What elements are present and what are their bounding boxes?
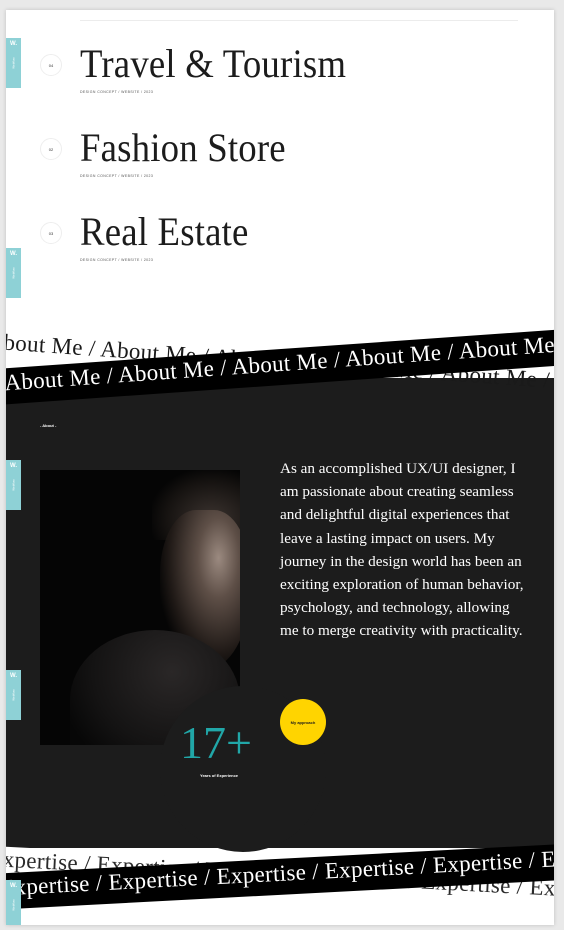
webflow-badge[interactable]: W. Webflow [6,460,21,510]
project-title[interactable]: Fashion Store [80,124,286,172]
webflow-badge[interactable]: W. Webflow [6,670,21,720]
project-number: 04 [40,54,62,76]
webflow-logo-icon: W. [10,883,17,889]
badge-label: Webflow [11,57,16,69]
project-title[interactable]: Travel & Tourism [80,40,346,88]
project-meta: DESIGN CONCEPT / WEBSITE / 2023 [80,258,154,262]
webflow-badge[interactable]: W. Webflow [6,880,21,925]
badge-label: Webflow [11,899,16,911]
years-label: Years of Experience [200,773,239,778]
project-meta: DESIGN CONCEPT / WEBSITE / 2023 [80,90,154,94]
badge-label: Webflow [11,689,16,701]
years-value: 17+ [180,717,252,768]
divider [80,20,518,21]
my-approach-button[interactable]: My approach [280,699,326,745]
project-number: 03 [40,222,62,244]
webflow-badge[interactable]: W. Webflow [6,248,21,298]
badge-label: Webflow [11,479,16,491]
project-meta: DESIGN CONCEPT / WEBSITE / 2023 [80,174,154,178]
bio-text: As an accomplished UX/UI designer, I am … [280,460,524,640]
webflow-logo-icon: W. [10,41,17,47]
project-item-fashion[interactable]: 02 Fashion Store DESIGN CONCEPT / WEBSIT… [38,124,518,194]
page: 04 Travel & Tourism DESIGN CONCEPT / WEB… [6,10,554,925]
project-item-real-estate[interactable]: 03 Real Estate DESIGN CONCEPT / WEBSITE … [38,208,518,278]
webflow-badge[interactable]: W. Webflow [6,38,21,88]
webflow-logo-icon: W. [10,673,17,679]
project-item-travel[interactable]: 04 Travel & Tourism DESIGN CONCEPT / WEB… [38,40,518,110]
webflow-logo-icon: W. [10,463,17,469]
section-label: - About - [40,423,57,428]
webflow-logo-icon: W. [10,251,17,257]
badge-label: Webflow [11,267,16,279]
project-number: 02 [40,138,62,160]
project-title[interactable]: Real Estate [80,208,249,256]
